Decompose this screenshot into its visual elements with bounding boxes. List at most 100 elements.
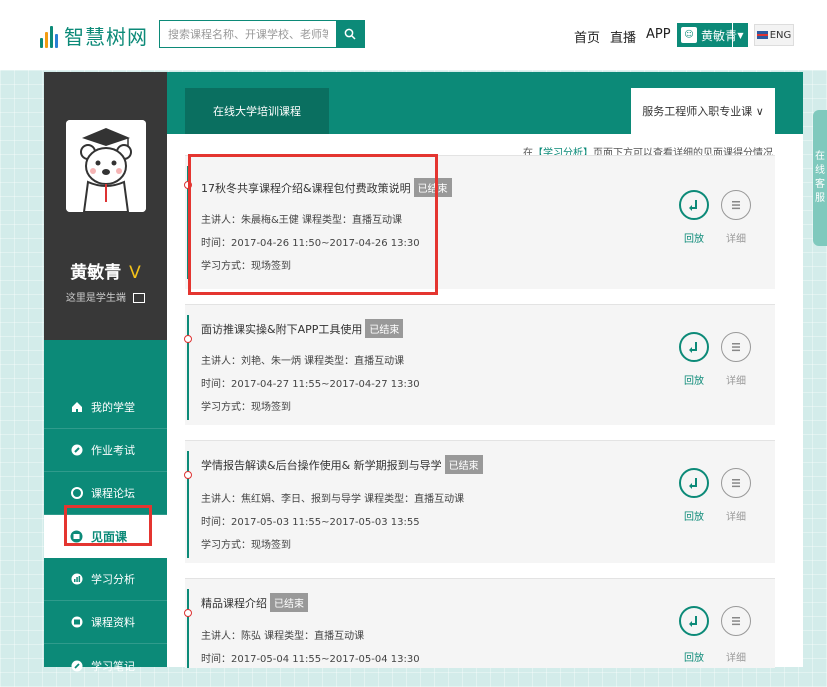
- profile-name: 黄敏青 V: [44, 258, 167, 283]
- search-box: [159, 20, 365, 48]
- detail-button[interactable]: [721, 468, 751, 498]
- profile-motto: 这里是学生端: [44, 289, 167, 304]
- highlight-box-sidebar: [64, 505, 152, 546]
- profile-name-text: 黄敏青: [70, 263, 122, 283]
- float-tab-char: 服: [815, 193, 825, 204]
- status-badge: 已结束: [444, 455, 483, 474]
- note-icon: [70, 659, 83, 672]
- replay-icon: [689, 478, 697, 489]
- float-tab-char: 在: [815, 151, 825, 162]
- logo-text: 智慧树网: [64, 24, 148, 49]
- switch-icon[interactable]: [133, 293, 146, 303]
- session-mode: 学习方式：现场签到: [201, 540, 291, 551]
- sidebar-item-label: 作业考试: [91, 444, 135, 457]
- session-title: 精品课程介绍 已结束: [201, 593, 308, 612]
- replay-icon: [689, 342, 697, 353]
- sidebar-menu: 我的学堂 作业考试 课程论坛 见面课 学习分析 课程资料 学习笔记: [44, 340, 167, 673]
- session-card: 精品课程介绍 已结束 主讲人：陈弘 课程类型：直播互动课 时间：2017-05-…: [184, 578, 775, 668]
- session-card: 面访推课实操&附下APP工具使用 已结束 主讲人：刘艳、朱一炳 课程类型：直播互…: [184, 304, 775, 425]
- pencil-icon: [70, 444, 83, 457]
- sidebar-item-notes[interactable]: 学习笔记: [44, 644, 167, 687]
- replay-label[interactable]: 回放: [674, 508, 714, 523]
- detail-button[interactable]: [721, 606, 751, 636]
- vip-level-badge: V: [129, 263, 141, 283]
- forum-icon: [70, 487, 83, 500]
- session-title-text[interactable]: 精品课程介绍: [201, 595, 267, 611]
- user-menu-button[interactable]: ☺ 黄敏青 ▼: [677, 23, 748, 47]
- session-speakers: 主讲人：刘艳、朱一炳 课程类型：直播互动课: [201, 356, 405, 367]
- sidebar-item-my-class[interactable]: 我的学堂: [44, 386, 167, 429]
- replay-icon: [689, 200, 697, 211]
- sidebar-item-label: 课程论坛: [91, 487, 135, 500]
- motto-text: 这里是学生端: [65, 293, 126, 304]
- status-badge: 已结束: [270, 593, 308, 612]
- detail-button[interactable]: [721, 190, 751, 220]
- list-icon: [732, 343, 740, 352]
- tab-course-select[interactable]: 服务工程师入职专业课 ∨: [631, 88, 775, 134]
- detail-label[interactable]: 详细: [716, 508, 756, 523]
- sidebar-item-materials[interactable]: 课程资料: [44, 601, 167, 644]
- timeline-dot: [184, 471, 192, 479]
- sidebar-item-label: 学习笔记: [91, 659, 135, 673]
- session-speakers: 主讲人：焦红娟、李日、报到与导学 课程类型：直播互动课: [201, 494, 465, 505]
- float-tab-char: 客: [815, 179, 825, 190]
- user-avatar-icon: ☺: [681, 27, 697, 43]
- replay-icon: [689, 616, 697, 627]
- online-service-tab[interactable]: 在 线 客 服: [813, 110, 827, 246]
- replay-label[interactable]: 回放: [674, 230, 714, 245]
- avatar[interactable]: [66, 120, 146, 212]
- detail-label[interactable]: 详细: [716, 372, 756, 387]
- detail-button[interactable]: [721, 332, 751, 362]
- session-speakers: 主讲人：陈弘 课程类型：直播互动课: [201, 631, 365, 642]
- detail-label[interactable]: 详细: [716, 230, 756, 245]
- replay-label[interactable]: 回放: [674, 372, 714, 387]
- sidebar-item-label: 我的学堂: [91, 401, 135, 414]
- bear-avatar-icon: [66, 120, 146, 212]
- sidebar-item-homework[interactable]: 作业考试: [44, 429, 167, 472]
- uk-flag-icon: [756, 31, 768, 39]
- timeline-line: [187, 451, 189, 558]
- course-tabbar: 在线大学培训课程 服务工程师入职专业课 ∨: [167, 72, 803, 134]
- timeline-line: [187, 589, 189, 668]
- top-nav: 首页 直播 APP: [574, 27, 681, 46]
- timeline-dot: [184, 609, 192, 617]
- sidebar: 黄敏青 V 这里是学生端 我的学堂 作业考试 课程论坛 见面课 学习分析 课程资…: [44, 72, 167, 673]
- folder-icon: [70, 616, 83, 629]
- replay-button[interactable]: [679, 190, 709, 220]
- tab-online-training[interactable]: 在线大学培训课程: [185, 88, 329, 134]
- chart-icon: [70, 573, 83, 586]
- profile-panel: 黄敏青 V 这里是学生端: [44, 72, 167, 340]
- list-icon: [732, 201, 740, 210]
- replay-label[interactable]: 回放: [674, 649, 714, 664]
- session-title-text[interactable]: 面访推课实操&附下APP工具使用: [201, 321, 362, 337]
- sidebar-item-label: 课程资料: [91, 616, 135, 629]
- search-input[interactable]: [160, 21, 336, 47]
- caret-down-icon[interactable]: ▼: [732, 23, 748, 47]
- replay-button[interactable]: [679, 468, 709, 498]
- replay-button[interactable]: [679, 606, 709, 636]
- highlight-box-session: [188, 154, 438, 295]
- site-logo[interactable]: 智慧树网: [40, 20, 148, 50]
- session-card: 学情报告解读&后台操作使用& 新学期报到与导学 已结束 主讲人：焦红娟、李日、报…: [184, 440, 775, 563]
- language-switch[interactable]: ENG: [754, 24, 794, 46]
- nav-home-link[interactable]: 首页: [574, 27, 600, 46]
- home-icon: [70, 401, 83, 414]
- sidebar-item-label: 学习分析: [91, 573, 135, 586]
- search-button[interactable]: [336, 21, 364, 47]
- session-title: 面访推课实操&附下APP工具使用 已结束: [201, 319, 404, 338]
- detail-label[interactable]: 详细: [716, 649, 756, 664]
- list-icon: [732, 479, 740, 488]
- timeline-line: [187, 315, 189, 420]
- replay-button[interactable]: [679, 332, 709, 362]
- nav-app-link[interactable]: APP: [646, 27, 671, 46]
- session-time: 时间：2017-05-04 11:55~2017-05-04 13:30: [201, 654, 420, 665]
- language-label: ENG: [769, 29, 792, 41]
- search-icon: [344, 28, 356, 40]
- top-bar: 智慧树网 首页 直播 APP ☺ 黄敏青 ▼ ENG: [0, 0, 827, 70]
- nav-live-link[interactable]: 直播: [610, 27, 636, 46]
- timeline-dot: [184, 335, 192, 343]
- session-mode: 学习方式：现场签到: [201, 402, 291, 413]
- session-title-text[interactable]: 学情报告解读&后台操作使用& 新学期报到与导学: [201, 457, 442, 473]
- sidebar-item-analysis[interactable]: 学习分析: [44, 558, 167, 601]
- session-title: 学情报告解读&后台操作使用& 新学期报到与导学 已结束: [201, 455, 483, 474]
